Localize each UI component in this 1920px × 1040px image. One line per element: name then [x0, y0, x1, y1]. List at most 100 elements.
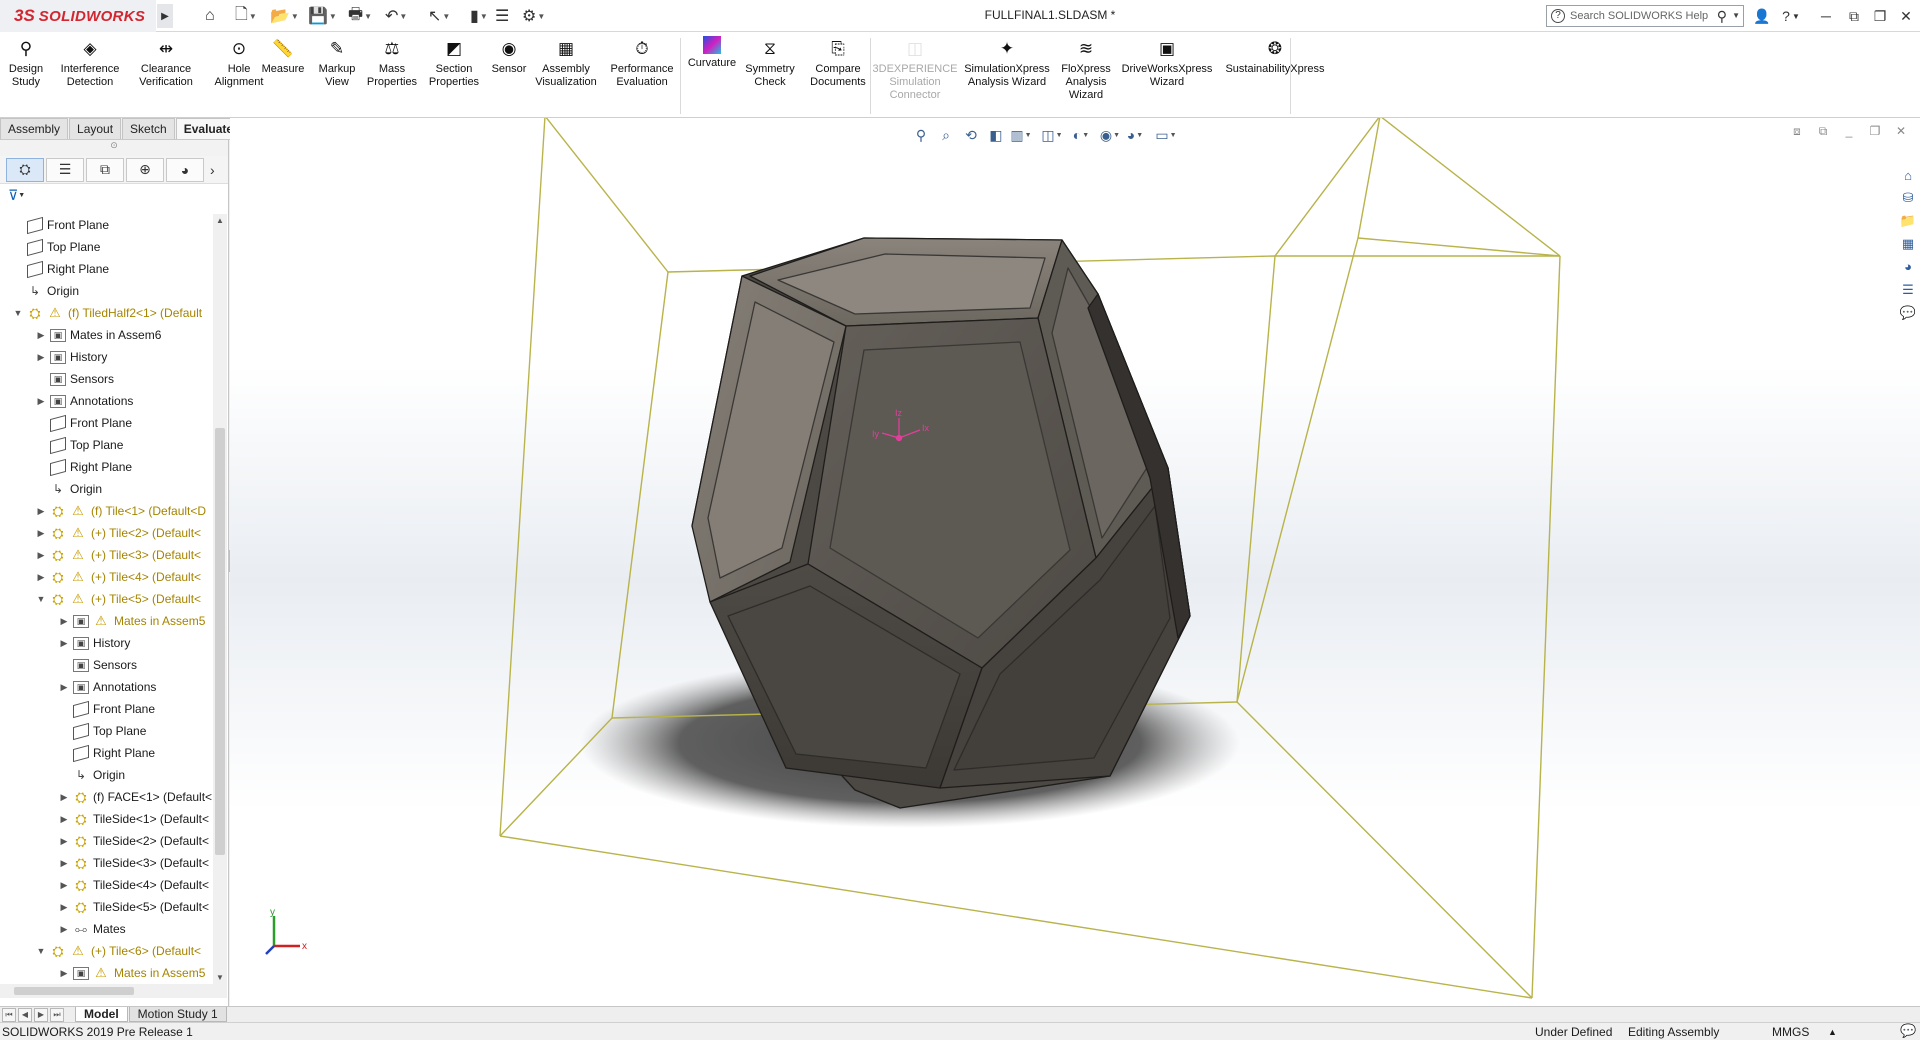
- expand-toggle-icon[interactable]: ▼: [35, 946, 47, 956]
- measure-button[interactable]: 📏 Measure: [258, 36, 308, 76]
- tree-item[interactable]: ↳ Origin: [0, 764, 212, 786]
- rebuild-icon[interactable]: ▮ ▼: [470, 5, 488, 27]
- new-document-icon[interactable]: 🗋 ▼: [235, 5, 257, 27]
- expand-toggle-icon[interactable]: ▼: [12, 308, 24, 318]
- hide-show-items-icon[interactable]: ◉ ▼: [1099, 124, 1121, 146]
- expand-toggle-icon[interactable]: ▶: [58, 638, 70, 649]
- expand-toggle-icon[interactable]: ▶: [35, 572, 47, 583]
- panel-grip[interactable]: ⊙: [0, 140, 228, 156]
- scroll-up-icon[interactable]: ▲: [216, 216, 224, 225]
- file-properties-icon[interactable]: ☰: [495, 5, 509, 27]
- tree-item[interactable]: Top Plane: [0, 236, 212, 258]
- bottom-tab-model[interactable]: Model: [75, 1007, 128, 1022]
- section-properties-button[interactable]: ◩ Section Properties: [424, 36, 484, 89]
- tree-item[interactable]: ▶ ⛭ TileSide<3> (Default<: [0, 852, 212, 874]
- tree-item[interactable]: ▶ ⛭ ⚠ (+) Tile<3> (Default<: [0, 544, 212, 566]
- curvature-button[interactable]: ■ Curvature: [684, 36, 740, 70]
- tree-item[interactable]: Top Plane: [0, 720, 212, 742]
- tree-item[interactable]: Front Plane: [0, 214, 212, 236]
- markup-view-button[interactable]: ✎ Markup View: [312, 36, 362, 89]
- expand-toggle-icon[interactable]: ▶: [58, 682, 70, 693]
- section-view-icon[interactable]: ◧: [985, 124, 1007, 146]
- close-icon[interactable]: ✕: [1894, 5, 1918, 27]
- prev-tab-icon[interactable]: ◀: [18, 1007, 32, 1022]
- tree-item[interactable]: ▼ ⛭ ⚠ (+) Tile<6> (Default<: [0, 940, 212, 962]
- hscroll-thumb[interactable]: [14, 987, 134, 995]
- tree-item[interactable]: ▶ ▣ ⚠ Mates in Assem5: [0, 962, 212, 984]
- configuration-manager-tab-icon[interactable]: ⧉: [86, 157, 124, 182]
- tree-item[interactable]: ▼ ⛭ ⚠ (+) Tile<5> (Default<: [0, 588, 212, 610]
- print-icon[interactable]: 🖶 ▼: [348, 5, 372, 27]
- solidworks-logo[interactable]: 3S SOLIDWORKS: [0, 0, 156, 32]
- tree-item[interactable]: ▶ ⛭ TileSide<2> (Default<: [0, 830, 212, 852]
- tree-item[interactable]: Front Plane: [0, 412, 212, 434]
- simulationxpress-analysis-wizard-button[interactable]: ✦ SimulationXpress Analysis Wizard: [962, 36, 1052, 89]
- expand-toggle-icon[interactable]: ▶: [35, 352, 47, 363]
- viewport-close-icon[interactable]: ✕: [1888, 124, 1914, 140]
- tree-item[interactable]: Front Plane: [0, 698, 212, 720]
- minimize-icon[interactable]: ─: [1814, 5, 1838, 27]
- tree-horizontal-scrollbar[interactable]: [0, 984, 227, 998]
- tree-item[interactable]: ▶ ▣ Mates in Assem6: [0, 324, 212, 346]
- viewport-next-icon[interactable]: ⧉: [1810, 124, 1836, 140]
- help-icon[interactable]: ? ▼: [1776, 5, 1806, 27]
- edit-appearance-icon[interactable]: ◕ ▼: [1124, 124, 1146, 146]
- model-scene[interactable]: Iz Ix Iy: [230, 118, 1920, 1006]
- scroll-thumb[interactable]: [215, 428, 225, 855]
- tree-item[interactable]: ▶ ▣ Annotations: [0, 390, 212, 412]
- tree-item[interactable]: Right Plane: [0, 456, 212, 478]
- tree-item[interactable]: ↳ Origin: [0, 280, 212, 302]
- tree-item[interactable]: ▶ ⛭ ⚠ (f) Tile<1> (Default<D: [0, 500, 212, 522]
- symmetry-check-button[interactable]: ⧖ Symmetry Check: [742, 36, 798, 89]
- search-dropdown-icon[interactable]: ▼: [1732, 11, 1740, 20]
- interference-detection-button[interactable]: ◈ Interference Detection: [54, 36, 126, 89]
- search-icon[interactable]: ⚲: [1717, 8, 1727, 25]
- dropdown-arrow-icon[interactable]: ▼: [291, 12, 299, 21]
- zoom-to-area-icon[interactable]: ⌕: [935, 124, 957, 146]
- view-orientation-icon[interactable]: ◫ ▼: [1041, 124, 1063, 146]
- expand-toggle-icon[interactable]: ▶: [58, 968, 70, 979]
- tree-item[interactable]: ▶ ⛭ TileSide<5> (Default<: [0, 896, 212, 918]
- first-tab-icon[interactable]: ⏮: [2, 1007, 16, 1022]
- tree-item[interactable]: ▶ ⧟ Mates: [0, 918, 212, 940]
- forum-icon[interactable]: 💬: [1898, 303, 1918, 322]
- dropdown-arrow-icon[interactable]: ▼: [399, 12, 407, 21]
- design-study-button[interactable]: ⚲ Design Study: [4, 36, 48, 89]
- 3dexperience-simulation-button[interactable]: ◫ 3DEXPERIENCE Simulation Connector: [873, 36, 958, 102]
- display-style-icon[interactable]: ◐ ▼: [1070, 124, 1092, 146]
- performance-evaluation-button[interactable]: ⏱ Performance Evaluation: [606, 36, 678, 89]
- tree-item[interactable]: ↳ Origin: [0, 478, 212, 500]
- tree-item[interactable]: ▣ Sensors: [0, 368, 212, 390]
- sustainabilityxpress-button[interactable]: ❂ SustainabilityXpress: [1220, 36, 1330, 76]
- viewport-prev-icon[interactable]: ⧈: [1784, 124, 1810, 140]
- graphics-viewport[interactable]: Iz Ix Iy ⚲ ⌕ ⟲ ◧ ▥ ▼ ◫ ▼ ◐ ▼ ◉ ▼ ◕ ▼ ▭ ▼ ⧈ ⧉ _…: [230, 118, 1920, 1006]
- dropdown-arrow-icon[interactable]: ▼: [442, 12, 450, 21]
- expand-toggle-icon[interactable]: ▶: [35, 550, 47, 561]
- expand-toggle-icon[interactable]: ▶: [35, 506, 47, 517]
- next-tab-icon[interactable]: ▶: [34, 1007, 48, 1022]
- home-icon[interactable]: ⌂: [205, 5, 215, 27]
- appearances-icon[interactable]: ◕: [1898, 257, 1918, 276]
- tree-item[interactable]: ▶ ⛭ ⚠ (+) Tile<4> (Default<: [0, 566, 212, 588]
- open-icon[interactable]: 📂 ▼: [270, 5, 299, 27]
- display-manager-tab-icon[interactable]: ◕: [166, 157, 204, 182]
- view-palette-icon[interactable]: ▦: [1898, 235, 1918, 254]
- tree-item[interactable]: Right Plane: [0, 742, 212, 764]
- expand-toggle-icon[interactable]: ▶: [35, 396, 47, 407]
- status-units[interactable]: MMGS: [1772, 1025, 1809, 1039]
- save-icon[interactable]: 💾 ▼: [308, 5, 337, 27]
- expand-toggle-icon[interactable]: ▶: [58, 902, 70, 913]
- dodecahedron-model[interactable]: [691, 237, 1191, 809]
- tree-item[interactable]: Top Plane: [0, 434, 212, 456]
- tree-item[interactable]: ▶ ▣ History: [0, 632, 212, 654]
- dimxpert-tab-icon[interactable]: ⊕: [126, 157, 164, 182]
- comment-icon[interactable]: 💬: [1900, 1023, 1916, 1039]
- viewport-restore-icon[interactable]: ❐: [1862, 124, 1888, 140]
- tree-item[interactable]: ▶ ▣ History: [0, 346, 212, 368]
- scroll-down-icon[interactable]: ▼: [216, 973, 224, 982]
- filter-icon[interactable]: ⊽ ▼: [0, 184, 228, 206]
- custom-properties-icon[interactable]: ☰: [1898, 280, 1918, 299]
- resources-home-icon[interactable]: ⌂: [1898, 166, 1918, 185]
- expand-toggle-icon[interactable]: ▶: [58, 792, 70, 803]
- design-library-icon[interactable]: ⛁: [1898, 189, 1918, 208]
